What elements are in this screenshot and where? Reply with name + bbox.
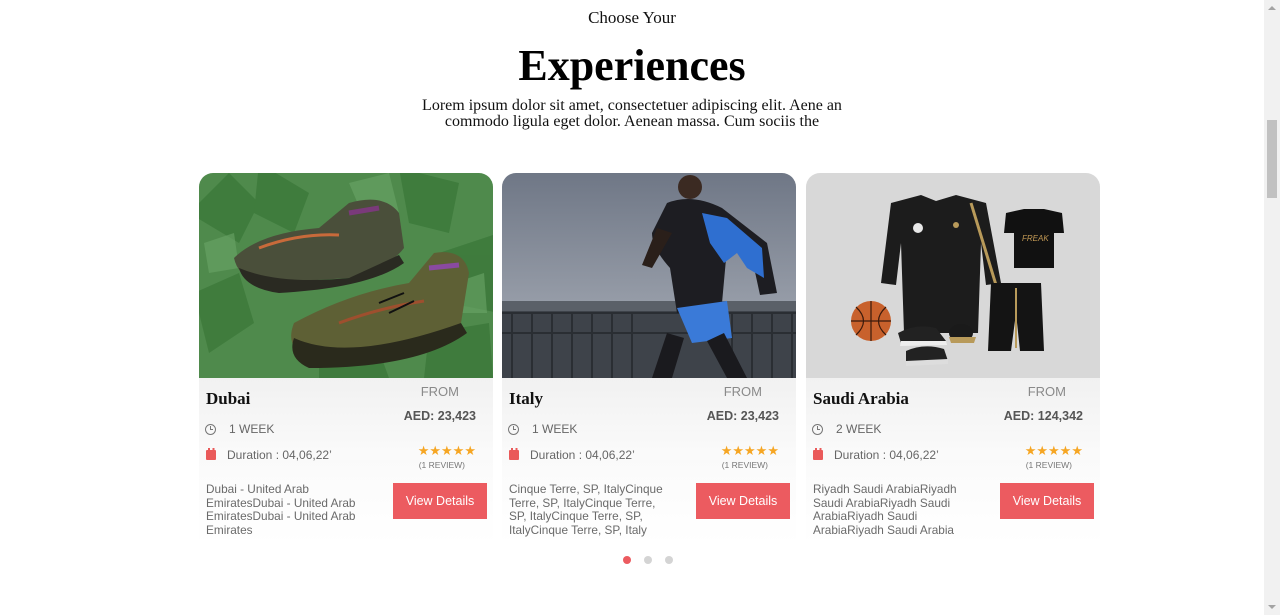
card-info: Saudi Arabia FROM AED: 124,342 2 WEEK Du… [806,378,1100,545]
carousel-dot-2[interactable] [644,556,652,564]
section-eyebrow: Choose Your [588,8,676,27]
review-count[interactable]: (1 REVIEW) [1026,460,1072,470]
card-length: 1 WEEK [205,422,274,436]
section-subtitle: Lorem ipsum dolor sit amet, consectetuer… [422,97,842,130]
card-duration-label: Duration : 04,06,22’ [227,448,332,462]
calendar-icon [206,448,216,460]
experience-card-saudi-arabia: FREAK Saudi Arabia FROM AED: 124,342 2 W… [806,173,1100,545]
scroll-down-icon[interactable] [1264,599,1280,615]
scroll-up-icon[interactable] [1264,0,1280,16]
card-duration: Duration : 04,06,22’ [509,448,635,462]
card-location: Cinque Terre, SP, ItalyCinque Terre, SP,… [509,482,663,537]
card-length-label: 1 WEEK [229,422,275,436]
rating-stars-icon: ★★★★★ [1024,443,1083,458]
card-from-label: FROM [723,384,762,399]
card-from-label: FROM [1027,384,1066,399]
card-price: AED: 23,423 [403,409,476,423]
card-info: Italy FROM AED: 23,423 1 WEEK Duration :… [502,378,796,545]
rating-stars-icon: ★★★★★ [720,443,779,458]
card-duration-label: Duration : 04,06,22’ [530,448,635,462]
carousel-dot-3[interactable] [665,556,673,564]
card-duration-label: Duration : 04,06,22’ [834,448,939,462]
review-count[interactable]: (1 REVIEW) [419,460,465,470]
rating-stars-icon: ★★★★★ [417,443,476,458]
carousel-pagination [623,556,673,564]
card-destination: Dubai [206,389,251,408]
card-image-runner [502,173,796,378]
experience-card-dubai: Dubai FROM AED: 23,423 1 WEEK Duration :… [199,173,493,545]
card-duration: Duration : 04,06,22’ [813,448,939,462]
clock-icon [508,423,519,435]
clock-icon [205,423,216,435]
card-destination: Saudi Arabia [813,389,909,408]
clock-icon [812,423,823,435]
experience-card-italy: Italy FROM AED: 23,423 1 WEEK Duration :… [502,173,796,545]
card-destination: Italy [509,389,543,408]
section-title: Experiences [518,41,746,90]
card-duration: Duration : 04,06,22’ [206,448,332,462]
experience-carousel: Dubai FROM AED: 23,423 1 WEEK Duration :… [199,173,1101,545]
view-details-button[interactable]: View Details [696,483,790,519]
svg-text:FREAK: FREAK [1022,234,1049,243]
calendar-icon [813,448,823,460]
scroll-thumb[interactable] [1267,120,1277,198]
view-details-button[interactable]: View Details [393,483,487,519]
calendar-icon [509,448,519,460]
card-price: AED: 23,423 [706,409,779,423]
card-image-sportswear: FREAK [806,173,1100,378]
view-details-button[interactable]: View Details [1000,483,1094,519]
card-location: Dubai - United Arab EmiratesDubai - Unit… [206,482,356,537]
page-scrollbar[interactable] [1264,0,1280,615]
review-count[interactable]: (1 REVIEW) [722,460,768,470]
card-length: 2 WEEK [812,422,881,436]
card-image-sneakers [199,173,493,378]
card-length-label: 1 WEEK [532,422,578,436]
card-location: Riyadh Saudi ArabiaRiyadh Saudi ArabiaRi… [813,482,957,537]
card-length-label: 2 WEEK [836,422,882,436]
card-price: AED: 124,342 [1003,409,1083,423]
card-info: Dubai FROM AED: 23,423 1 WEEK Duration :… [199,378,493,545]
card-length: 1 WEEK [508,422,577,436]
card-from-label: FROM [420,384,459,399]
carousel-dot-1[interactable] [623,556,631,564]
